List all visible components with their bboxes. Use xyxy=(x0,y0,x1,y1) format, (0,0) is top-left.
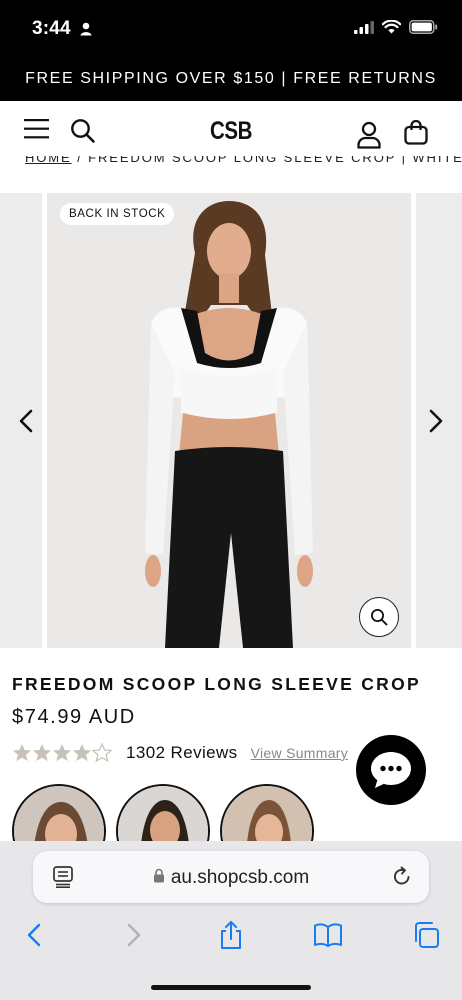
status-time: 3:44 xyxy=(32,18,71,39)
promo-banner: FREE SHIPPING OVER $150 | FREE RETURNS xyxy=(0,56,462,101)
back-in-stock-badge: BACK IN STOCK xyxy=(60,203,175,225)
model-illustration xyxy=(47,193,411,648)
signal-icon xyxy=(354,20,374,39)
url-text[interactable]: au.shopcsb.com xyxy=(33,867,429,889)
home-indicator[interactable] xyxy=(151,985,311,990)
bag-icon[interactable] xyxy=(404,119,428,145)
status-bar: 3:44 xyxy=(0,0,462,56)
lock-icon xyxy=(153,867,165,889)
forward-icon[interactable] xyxy=(118,919,150,951)
back-icon[interactable] xyxy=(18,919,50,951)
share-icon[interactable] xyxy=(215,919,247,951)
star-rating[interactable] xyxy=(12,743,112,763)
breadcrumb: HOME / FREEDOM SCOOP LONG SLEEVE CROP | … xyxy=(0,156,462,176)
rating-row: 1302 Reviews View Summary xyxy=(12,742,348,764)
chevron-right-icon[interactable] xyxy=(423,405,449,437)
account-icon[interactable] xyxy=(357,121,381,149)
view-summary-link[interactable]: View Summary xyxy=(251,745,348,761)
review-count[interactable]: 1302 Reviews xyxy=(126,743,238,763)
breadcrumb-separator: / xyxy=(77,156,83,165)
breadcrumb-current: FREEDOM SCOOP LONG SLEEVE CROP | WHITE xyxy=(88,156,462,165)
person-icon xyxy=(80,22,92,36)
zoom-icon[interactable] xyxy=(359,597,399,637)
breadcrumb-home-link[interactable]: HOME xyxy=(25,156,72,165)
stars-icon xyxy=(13,743,112,762)
product-title: FREEDOM SCOOP LONG SLEEVE CROP xyxy=(12,674,422,694)
product-image[interactable]: BACK IN STOCK xyxy=(47,193,411,648)
site-header: CSB xyxy=(0,101,462,159)
wifi-icon xyxy=(381,19,402,39)
product-gallery[interactable]: BACK IN STOCK xyxy=(0,193,462,648)
tabs-icon[interactable] xyxy=(410,919,442,951)
product-price: $74.99 AUD xyxy=(12,706,136,728)
url-value: au.shopcsb.com xyxy=(170,867,310,889)
promo-text: FREE SHIPPING OVER $150 | FREE RETURNS xyxy=(25,69,437,87)
ugc-avatars xyxy=(12,784,452,878)
battery-icon xyxy=(409,20,438,39)
address-bar[interactable]: au.shopcsb.com xyxy=(33,851,429,903)
bookmarks-icon[interactable] xyxy=(312,919,344,951)
safari-toolbar: au.shopcsb.com xyxy=(0,841,462,1000)
chevron-left-icon[interactable] xyxy=(13,405,39,437)
reload-icon[interactable] xyxy=(392,866,412,892)
